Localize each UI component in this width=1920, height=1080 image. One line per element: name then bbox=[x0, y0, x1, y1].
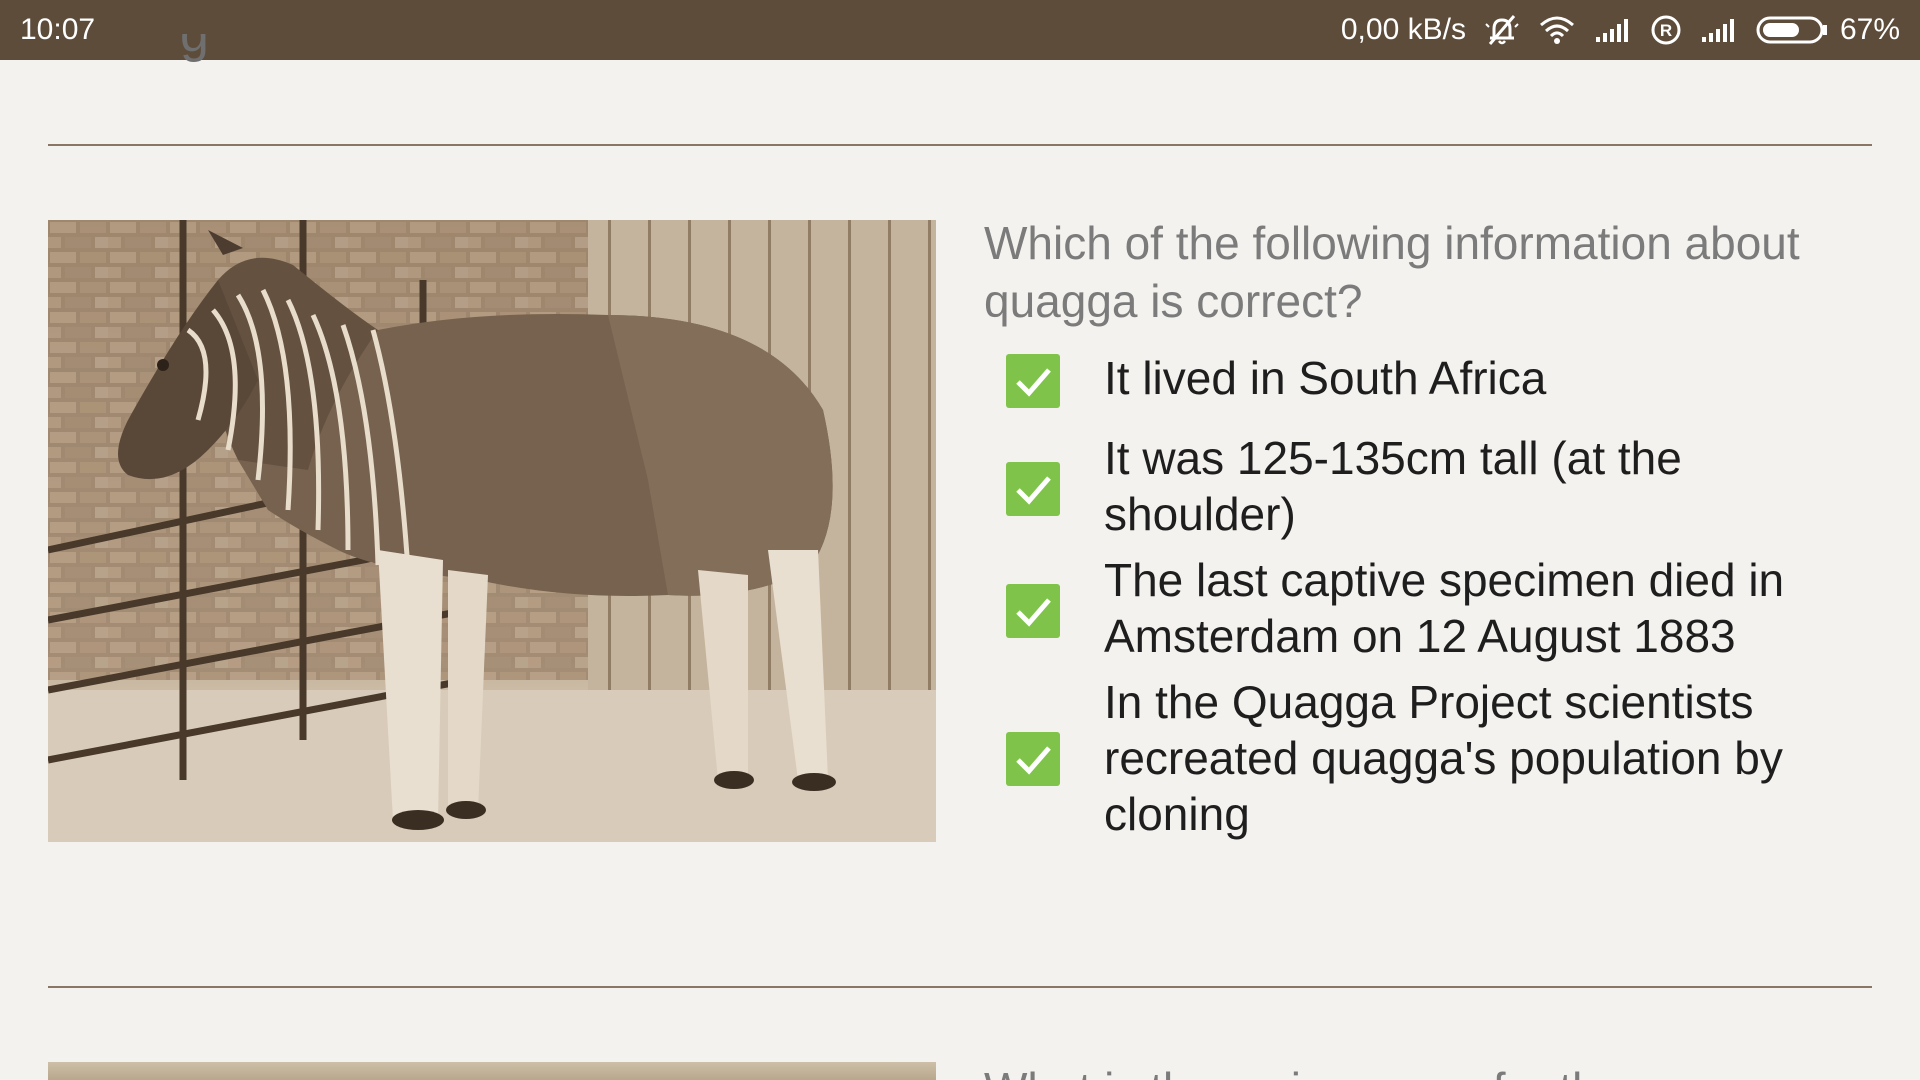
alarm-off-icon bbox=[1484, 14, 1520, 46]
wifi-icon bbox=[1538, 15, 1576, 45]
answer-label: In the Quagga Project scientists recreat… bbox=[1104, 676, 1783, 840]
divider bbox=[48, 144, 1872, 146]
checkbox-checked-icon[interactable] bbox=[1006, 732, 1060, 786]
next-card-photo bbox=[48, 1062, 936, 1080]
signal-icon bbox=[1594, 17, 1632, 43]
battery-indicator: 67% bbox=[1756, 13, 1900, 47]
answer-option[interactable]: The last captive specimen died in Amster… bbox=[984, 552, 1884, 672]
network-speed: 0,00 kB/s bbox=[1340, 13, 1466, 46]
status-bar: 10:07 0,00 kB/s R 67% bbox=[0, 0, 1920, 60]
answer-list: It lived in South Africa It was 125-135c… bbox=[984, 340, 1884, 840]
question-text: Which of the following information about… bbox=[984, 217, 1800, 327]
divider bbox=[48, 986, 1872, 988]
svg-text:R: R bbox=[1660, 21, 1672, 40]
checkbox-checked-icon[interactable] bbox=[1006, 354, 1060, 408]
checkbox-checked-icon[interactable] bbox=[1006, 584, 1060, 638]
next-question-text: What is the main reason for the bbox=[984, 1050, 1864, 1080]
battery-percent: 67% bbox=[1839, 13, 1900, 46]
status-indicators: 0,00 kB/s R 67% bbox=[1341, 13, 1900, 47]
answer-option[interactable]: It was 125-135cm tall (at the shoulder) bbox=[984, 430, 1884, 550]
answer-label: The last captive specimen died in Amster… bbox=[1104, 554, 1785, 662]
previous-card-text: g bbox=[180, 34, 209, 63]
battery-icon bbox=[1756, 15, 1830, 45]
answer-label: It lived in South Africa bbox=[1104, 352, 1547, 404]
answer-label: It was 125-135cm tall (at the shoulder) bbox=[1104, 432, 1682, 540]
quagga-photo bbox=[48, 220, 936, 842]
answer-option[interactable]: It lived in South Africa bbox=[984, 340, 1884, 420]
signal-icon bbox=[1700, 17, 1738, 43]
answer-option[interactable]: In the Quagga Project scientists recreat… bbox=[984, 674, 1884, 854]
roaming-icon: R bbox=[1650, 14, 1682, 46]
checkbox-checked-icon[interactable] bbox=[1006, 462, 1060, 516]
